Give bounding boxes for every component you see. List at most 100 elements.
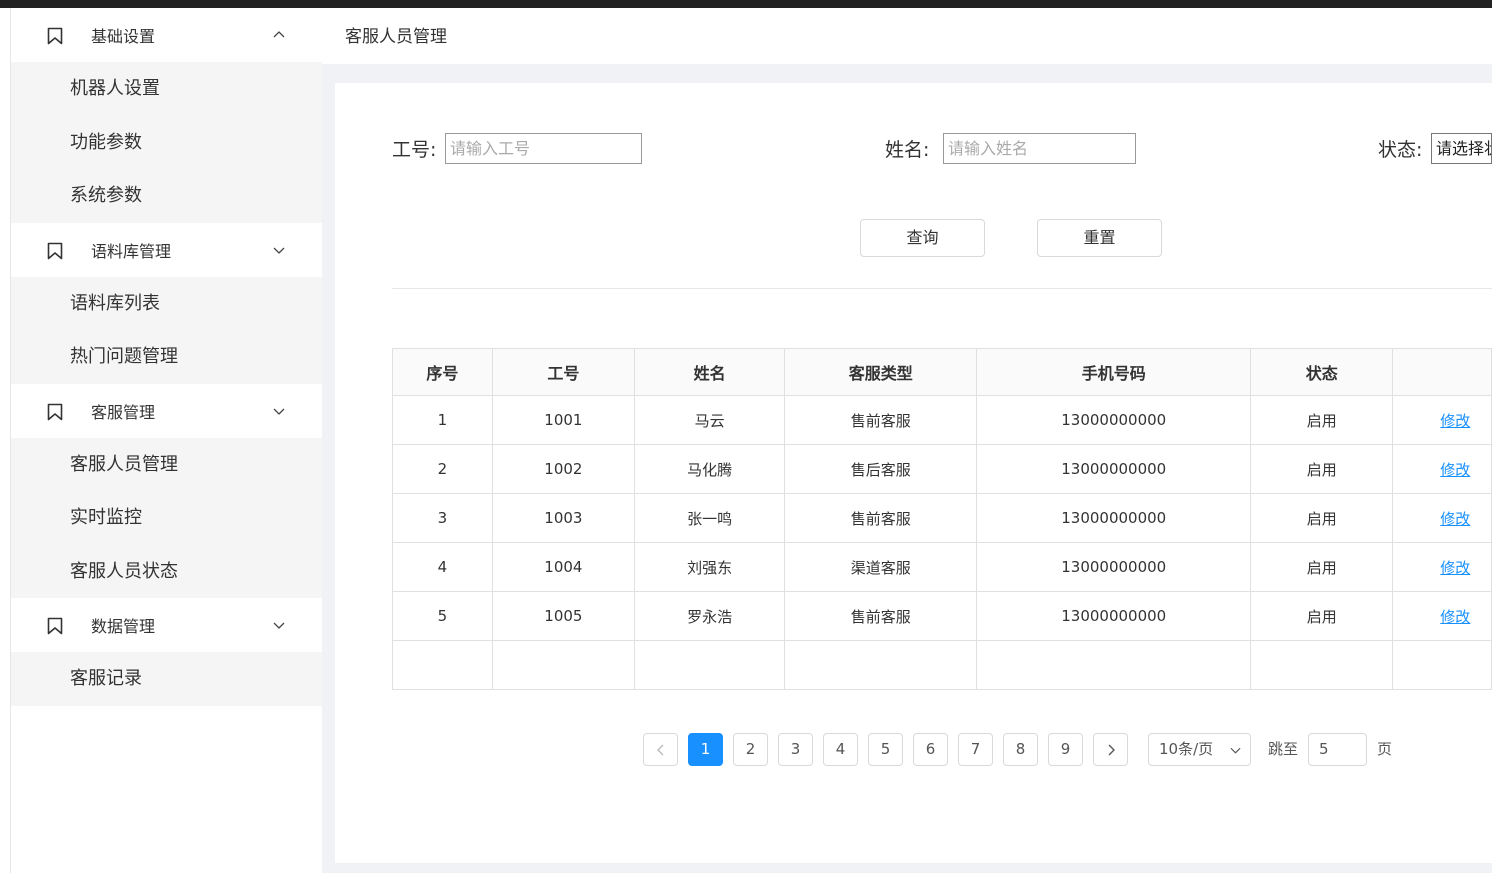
table-cell: 13000000000 [976, 493, 1252, 543]
table-cell: 马化腾 [634, 444, 786, 494]
name-input[interactable] [943, 133, 1136, 164]
chevron-left-icon [656, 744, 663, 756]
table-cell: 2 [392, 444, 493, 494]
table-cell: 启用 [1250, 493, 1394, 543]
table-row [392, 640, 1492, 690]
table-header-cell: 手机号码 [976, 348, 1252, 396]
table-header-cell: 客服类型 [784, 348, 978, 396]
submenu-list: 客服记录 [11, 652, 322, 706]
edit-link[interactable]: 修改 [1392, 444, 1492, 494]
submenu-list: 语料库列表 热门问题管理 [11, 276, 322, 384]
table-cell: 启用 [1250, 395, 1394, 445]
page-button[interactable]: 2 [733, 733, 768, 766]
jump-page-input[interactable]: 5 [1308, 733, 1367, 766]
menu-group-3[interactable]: 客服管理 [11, 383, 322, 438]
table-row: 1 1001 马云 售前客服 13000000000 启用 修改 [392, 395, 1492, 445]
table-cell: 1 [392, 395, 493, 445]
chevron-down-icon [273, 408, 285, 415]
table-cell: 售前客服 [784, 591, 978, 641]
table-cell [1250, 640, 1394, 690]
submenu-item[interactable]: 客服人员管理 [11, 438, 322, 492]
status-label: 状态: [1378, 139, 1423, 161]
table-header-cell: 序号 [392, 348, 493, 396]
menu-group-title: 数据管理 [91, 617, 156, 636]
table-cell: 4 [392, 542, 493, 592]
page-button[interactable]: 5 [868, 733, 903, 766]
menu-group-title: 语料库管理 [91, 241, 172, 261]
table-header-cell [1392, 348, 1492, 396]
menu-group-title: 客服管理 [91, 402, 156, 422]
edit-link[interactable]: 修改 [1392, 542, 1492, 592]
submenu-item[interactable]: 机器人设置 [11, 62, 322, 116]
submenu-item[interactable]: 功能参数 [11, 116, 322, 170]
chevron-up-icon [273, 31, 285, 38]
edit-link[interactable]: 修改 [1392, 493, 1492, 543]
menu-group-1[interactable]: 基础设置 [11, 8, 322, 62]
job-no-input[interactable] [445, 133, 642, 164]
top-bar [0, 0, 1492, 8]
table-cell: 刘强东 [634, 542, 786, 592]
job-no-label: 工号: [392, 139, 437, 161]
next-page-button[interactable] [1093, 733, 1128, 766]
page-button[interactable]: 3 [778, 733, 813, 766]
submenu-item[interactable]: 语料库列表 [11, 277, 322, 331]
table-cell: 罗永浩 [634, 591, 786, 641]
table-cell [976, 640, 1252, 690]
query-button[interactable]: 查询 [860, 219, 985, 257]
page-size-value: 10条/页 [1159, 740, 1214, 758]
content-card: 工号: 姓名: 状态: 请选择状态 查询 重置 序号工号姓名客服类型手机号码状态… [335, 83, 1492, 863]
edit-link [1392, 640, 1492, 690]
table-cell: 1004 [491, 542, 636, 592]
table-row: 2 1002 马化腾 售后客服 13000000000 启用 修改 [392, 444, 1492, 494]
submenu-item[interactable]: 实时监控 [11, 491, 322, 545]
breadcrumb: 客服人员管理 [322, 8, 1492, 64]
page-size-select[interactable]: 10条/页 [1148, 733, 1251, 766]
chevron-down-icon [273, 622, 285, 629]
menu-group-4[interactable]: 数据管理 [11, 598, 322, 652]
submenu-item[interactable]: 客服人员状态 [11, 545, 322, 599]
edit-link[interactable]: 修改 [1392, 395, 1492, 445]
table-cell [491, 640, 636, 690]
chevron-down-icon [273, 247, 285, 254]
page-button[interactable]: 9 [1048, 733, 1083, 766]
table-header-cell: 工号 [491, 348, 636, 396]
jump-label: 跳至 [1268, 740, 1299, 758]
submenu-item[interactable]: 系统参数 [11, 169, 322, 223]
table-cell: 渠道客服 [784, 542, 978, 592]
main-area: 客服人员管理 工号: 姓名: 状态: 请选择状态 查询 重置 序号工号姓名客服类… [322, 8, 1492, 873]
table-cell: 3 [392, 493, 493, 543]
edit-link[interactable]: 修改 [1392, 591, 1492, 641]
page-button[interactable]: 1 [688, 733, 723, 766]
table-cell: 售后客服 [784, 444, 978, 494]
table-cell: 13000000000 [976, 542, 1252, 592]
table-cell: 售前客服 [784, 493, 978, 543]
submenu-list: 客服人员管理 实时监控 客服人员状态 [11, 437, 322, 599]
page-button[interactable]: 4 [823, 733, 858, 766]
table-cell: 1003 [491, 493, 636, 543]
page-button[interactable]: 8 [1003, 733, 1038, 766]
table-header-cell: 姓名 [634, 348, 786, 396]
table-cell: 启用 [1250, 591, 1394, 641]
chevron-down-icon [1230, 747, 1241, 754]
bookmark-icon [47, 242, 63, 259]
table-cell: 13000000000 [976, 591, 1252, 641]
name-label: 姓名: [885, 139, 930, 161]
page-button[interactable]: 7 [958, 733, 993, 766]
submenu-item[interactable]: 客服记录 [11, 652, 322, 706]
staff-table: 序号 工号 姓名 客服类型 手机号码 状态 1 1001 马云 售前客服 13000000000 启… [392, 348, 1492, 690]
page-button[interactable]: 6 [913, 733, 948, 766]
table-cell: 1005 [491, 591, 636, 641]
prev-page-button[interactable] [643, 733, 678, 766]
table-cell: 13000000000 [976, 444, 1252, 494]
submenu-list: 机器人设置 功能参数 系统参数 [11, 62, 322, 223]
table-row: 3 1003 张一鸣 售前客服 13000000000 启用 修改 [392, 493, 1492, 543]
table-row: 5 1005 罗永浩 售前客服 13000000000 启用 修改 [392, 591, 1492, 641]
table-cell: 售前客服 [784, 395, 978, 445]
table-cell: 马云 [634, 395, 786, 445]
table-cell: 启用 [1250, 444, 1394, 494]
table-cell: 张一鸣 [634, 493, 786, 543]
reset-button[interactable]: 重置 [1037, 219, 1162, 257]
menu-group-2[interactable]: 语料库管理 [11, 222, 322, 277]
submenu-item[interactable]: 热门问题管理 [11, 330, 322, 384]
status-select[interactable]: 请选择状态 [1431, 133, 1492, 164]
